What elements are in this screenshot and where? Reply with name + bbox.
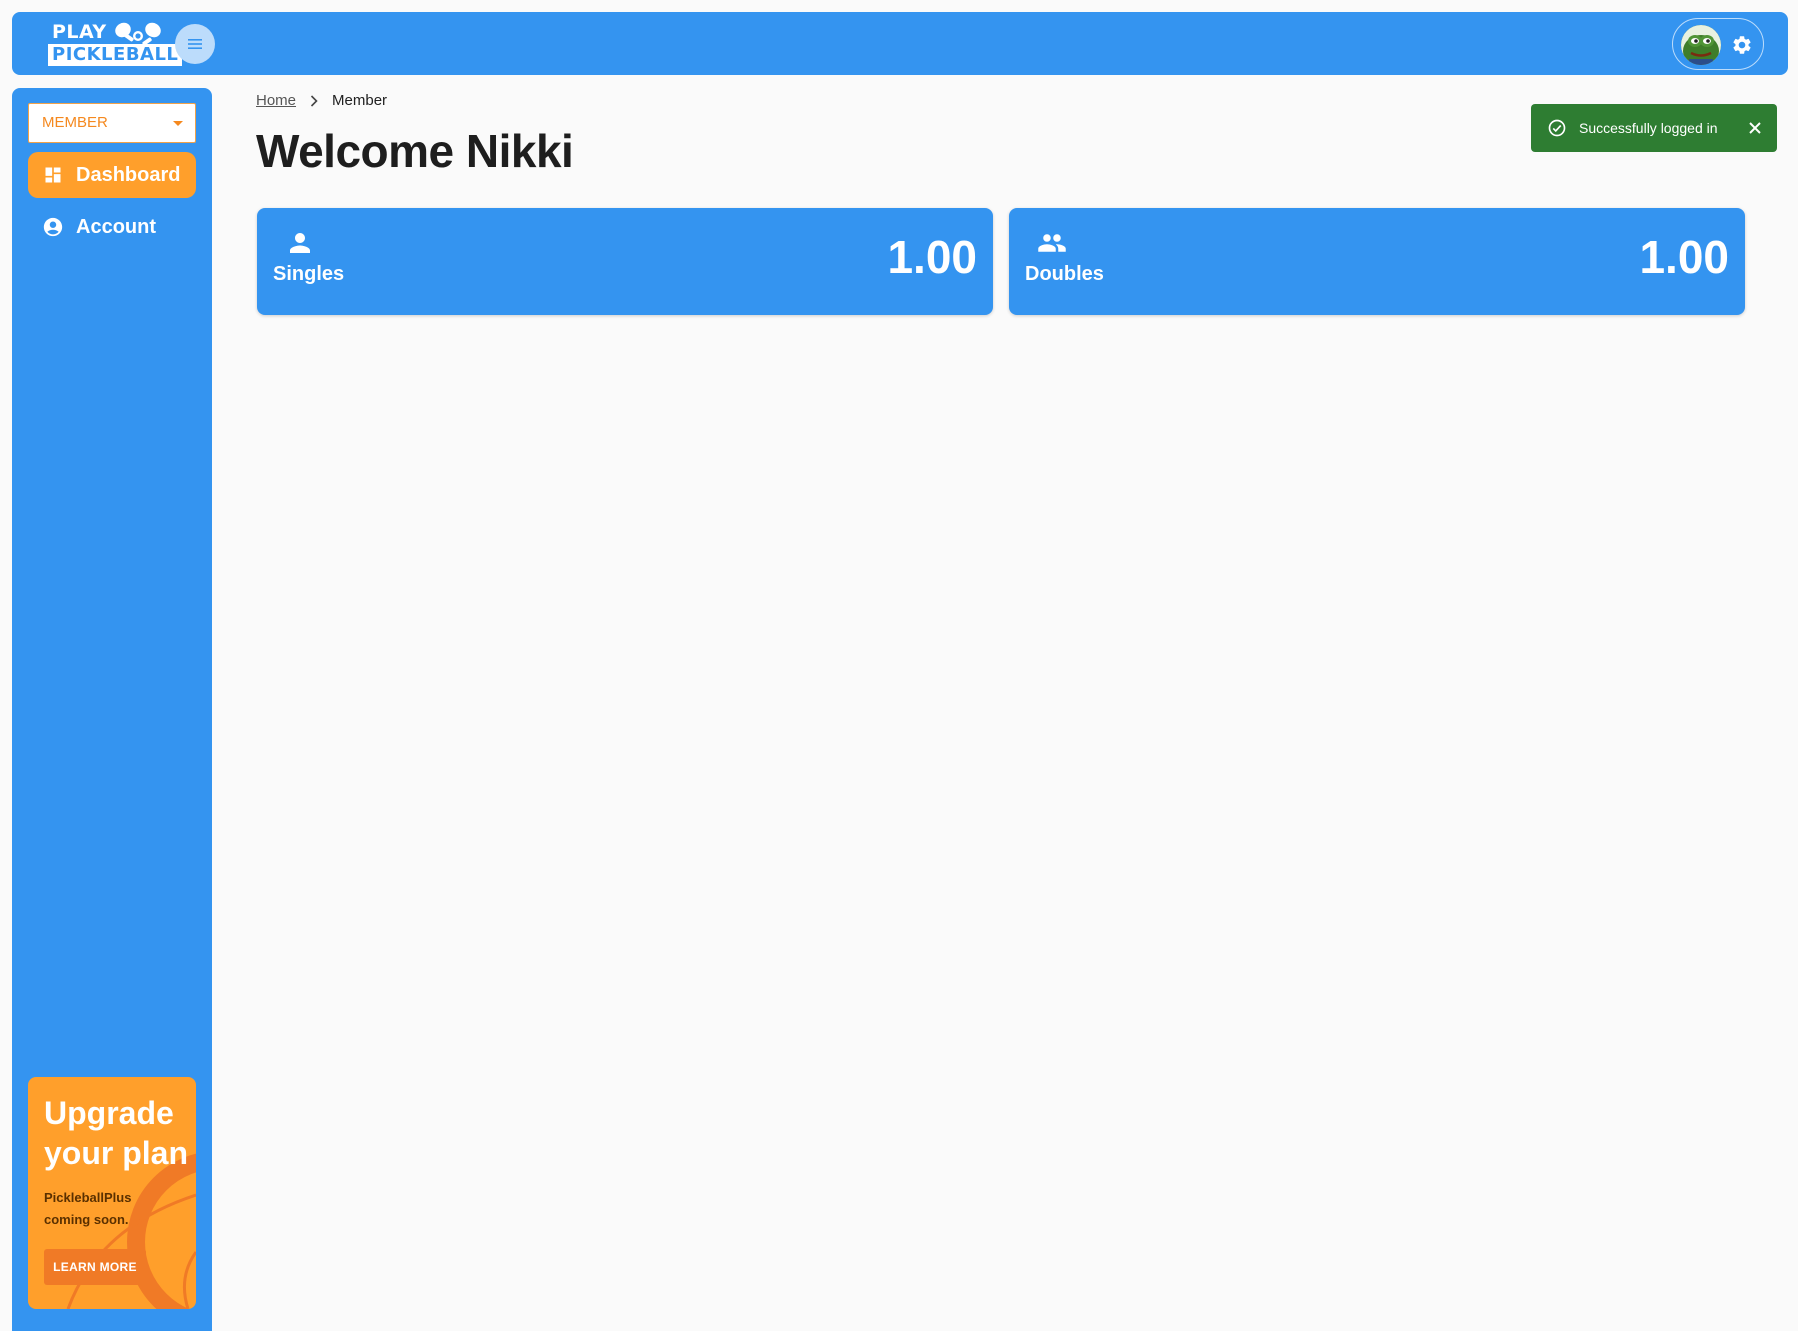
card-label: Doubles — [1025, 263, 1104, 285]
sidebar-item-label: Account — [76, 215, 156, 238]
breadcrumb-current: Member — [332, 92, 388, 109]
learn-more-button[interactable]: LEARN MORE — [44, 1249, 146, 1285]
caret-down-icon — [173, 121, 183, 126]
sidebar: MEMBER Dashboard Account Upgrade your pl… — [12, 88, 212, 1331]
chevron-right-icon — [310, 94, 320, 108]
sidebar-item-label: Dashboard — [76, 163, 181, 186]
check-circle-icon — [1548, 119, 1566, 137]
paddles-icon — [115, 22, 161, 44]
dashboard-icon — [42, 164, 64, 186]
gear-icon — [1733, 36, 1751, 54]
top-app-bar: PLAY PICKLEBALL — [12, 12, 1788, 75]
upgrade-title: Upgrade your plan — [44, 1095, 189, 1171]
sidebar-item-dashboard[interactable]: Dashboard — [28, 152, 196, 198]
close-icon[interactable] — [1747, 120, 1763, 136]
brand-line-1: PLAY — [52, 21, 107, 43]
breadcrumb: Home Member — [256, 92, 387, 109]
toast-message: Successfully logged in — [1579, 120, 1718, 136]
brand-logo[interactable]: PLAY PICKLEBALL — [36, 21, 183, 66]
doubles-rating-card: Doubles 1.00 — [1009, 208, 1745, 315]
people-icon — [1038, 234, 1066, 252]
person-icon — [290, 233, 310, 253]
sidebar-item-account[interactable]: Account — [28, 204, 196, 250]
brand-line-2: PICKLEBALL — [48, 44, 183, 66]
page-title: Welcome Nikki — [256, 125, 574, 177]
role-select[interactable]: MEMBER — [28, 103, 196, 143]
upgrade-plan-card: Upgrade your plan PickleballPlus coming … — [28, 1077, 196, 1309]
role-select-value: MEMBER — [42, 114, 108, 131]
card-value: 1.00 — [887, 231, 977, 283]
menu-toggle-button[interactable] — [175, 24, 215, 64]
singles-rating-card: Singles 1.00 — [257, 208, 993, 315]
card-label: Singles — [273, 263, 345, 285]
breadcrumb-home-link[interactable]: Home — [256, 92, 296, 109]
menu-icon — [188, 39, 202, 49]
avatar[interactable] — [1681, 25, 1721, 65]
profile-settings-button[interactable] — [1672, 18, 1764, 70]
account-circle-icon — [42, 216, 64, 238]
success-toast: Successfully logged in — [1531, 104, 1777, 152]
upgrade-description: PickleballPlus coming soon. — [44, 1190, 132, 1227]
card-value: 1.00 — [1639, 231, 1729, 283]
